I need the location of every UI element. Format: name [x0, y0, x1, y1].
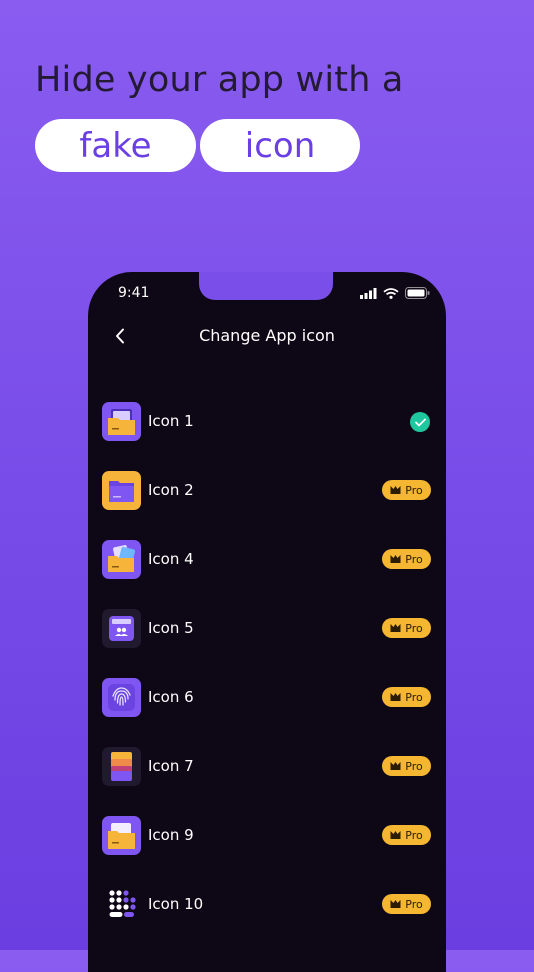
pro-badge-label: Pro: [405, 759, 423, 773]
phone-notch: [199, 272, 333, 300]
promo-pill-icon: icon: [200, 119, 360, 172]
selected-check-icon: [410, 412, 430, 432]
status-icons: [360, 287, 430, 299]
phone-screen: 9:41 Change App icon Icon 1 Icon 2 Pro I…: [88, 272, 446, 972]
battery-icon: [405, 287, 430, 299]
pro-badge-label: Pro: [405, 690, 423, 704]
pro-badge: Pro: [382, 618, 431, 638]
crown-icon: [390, 624, 401, 632]
folder-open-icon: [102, 402, 141, 441]
icon-option-1[interactable]: Icon 1: [88, 402, 446, 442]
icon-option-label: Icon 7: [148, 757, 194, 775]
contacts-app-icon: [102, 609, 141, 648]
folder-icon: [102, 471, 141, 510]
icon-option-label: Icon 4: [148, 550, 194, 568]
pro-badge-label: Pro: [405, 897, 423, 911]
pro-badge: Pro: [382, 480, 431, 500]
icon-option-10[interactable]: Icon 10 Pro: [88, 885, 446, 925]
pro-badge: Pro: [382, 825, 431, 845]
pro-badge: Pro: [382, 687, 431, 707]
cards-wallet-icon: [102, 747, 141, 786]
pro-badge-label: Pro: [405, 621, 423, 635]
dots-grid-icon: [102, 885, 141, 924]
promo-pill-fake: fake: [35, 119, 196, 172]
fingerprint-icon: [102, 678, 141, 717]
icon-option-label: Icon 2: [148, 481, 194, 499]
pro-badge-label: Pro: [405, 552, 423, 566]
crown-icon: [390, 693, 401, 701]
pro-badge: Pro: [382, 549, 431, 569]
icon-option-9[interactable]: Icon 9 Pro: [88, 816, 446, 856]
icon-option-5[interactable]: Icon 5 Pro: [88, 609, 446, 649]
promo-headline: Hide your app with a: [35, 60, 404, 100]
icon-option-4[interactable]: Icon 4 Pro: [88, 540, 446, 580]
crown-icon: [390, 762, 401, 770]
folder-open-icon: [102, 816, 141, 855]
folder-images-icon: [102, 540, 141, 579]
pro-badge: Pro: [382, 756, 431, 776]
icon-option-6[interactable]: Icon 6 Pro: [88, 678, 446, 718]
crown-icon: [390, 900, 401, 908]
page-title: Change App icon: [199, 326, 335, 345]
icon-option-label: Icon 9: [148, 826, 194, 844]
icon-option-label: Icon 5: [148, 619, 194, 637]
icon-option-label: Icon 6: [148, 688, 194, 706]
pro-badge-label: Pro: [405, 828, 423, 842]
icon-option-2[interactable]: Icon 2 Pro: [88, 471, 446, 511]
icon-option-label: Icon 1: [148, 412, 194, 430]
pro-badge: Pro: [382, 894, 431, 914]
crown-icon: [390, 486, 401, 494]
icon-option-label: Icon 10: [148, 895, 204, 913]
crown-icon: [390, 831, 401, 839]
icon-option-7[interactable]: Icon 7 Pro: [88, 747, 446, 787]
crown-icon: [390, 555, 401, 563]
pro-badge-label: Pro: [405, 483, 423, 497]
status-time: 9:41: [118, 285, 150, 301]
signal-icon: [360, 287, 377, 299]
wifi-icon: [383, 287, 399, 299]
